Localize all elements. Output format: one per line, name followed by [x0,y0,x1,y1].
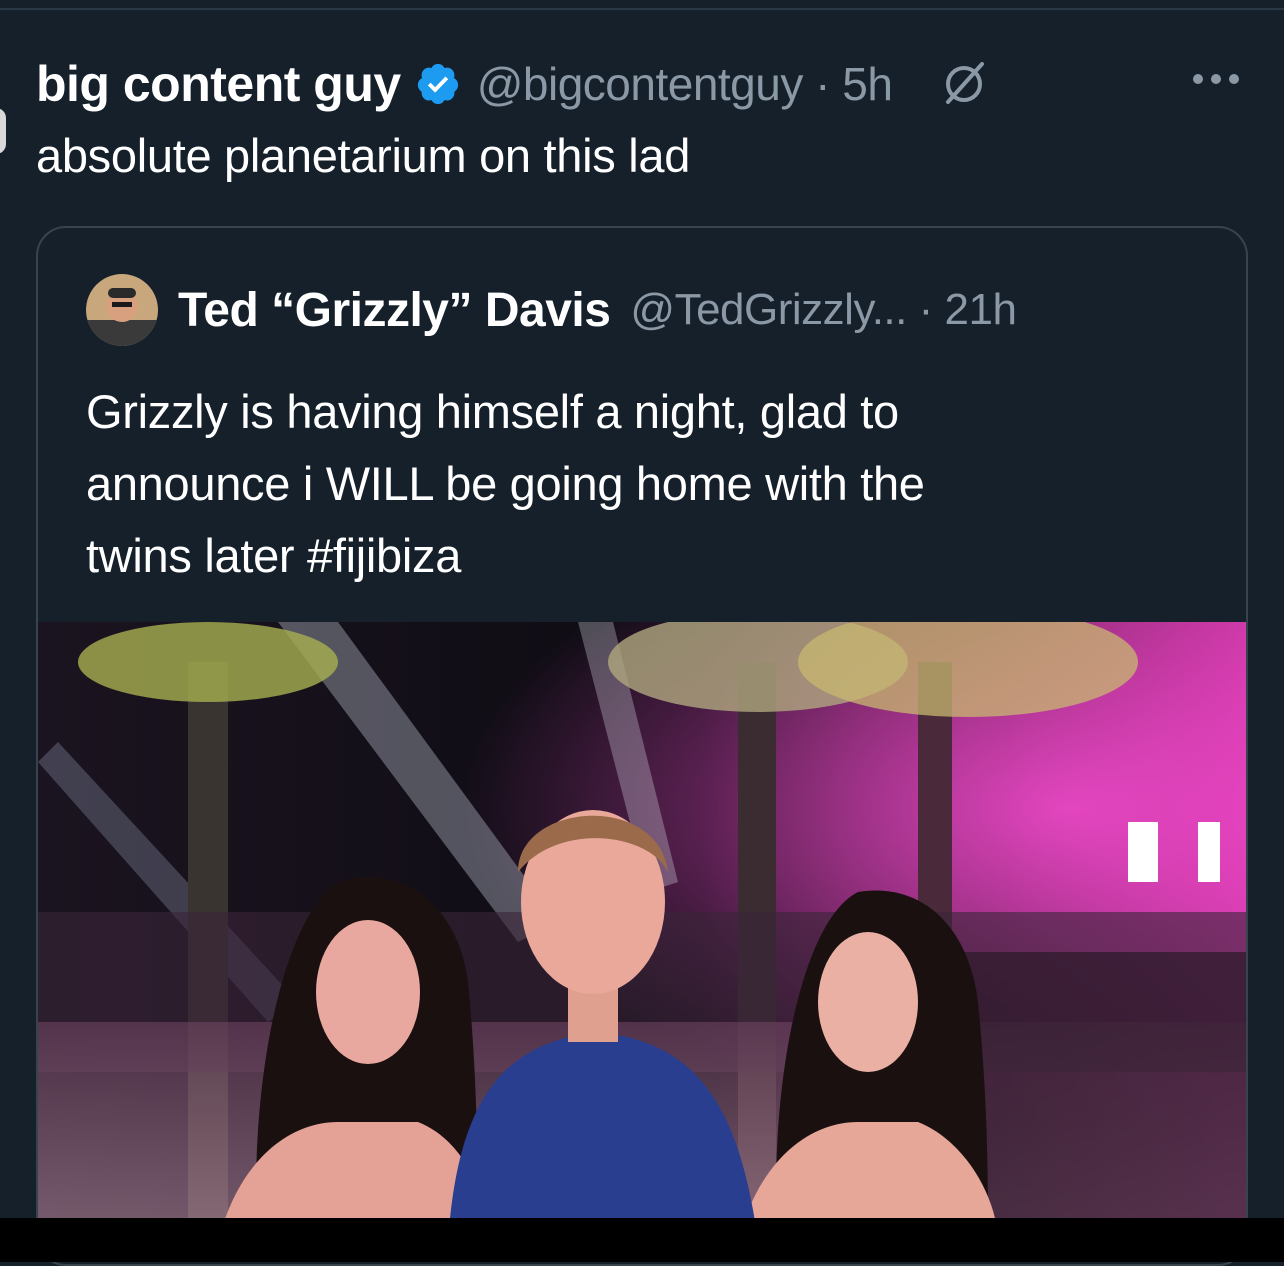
quoted-author-avatar[interactable] [86,274,158,346]
quoted-text-line: announce i WILL be going home with the [86,457,925,510]
hashtag-link[interactable]: #fijibiza [307,529,461,582]
tweet-time[interactable]: 5h [842,58,893,110]
separator: · [815,58,830,110]
author-handle[interactable]: @bigcontentguy [477,58,804,110]
previous-avatar-edge [0,108,6,154]
quoted-tweet-photo[interactable] [38,622,1246,1242]
tweet-text: absolute planetarium on this lad [36,129,691,182]
grok-icon[interactable] [938,58,990,110]
quoted-tweet-card[interactable]: Ted “Grizzly” Davis @TedGrizzly... · 21h… [36,226,1248,1266]
handle-and-time: @bigcontentguy · 5h [477,57,893,111]
top-divider [0,8,1284,10]
bottom-black-bar [0,1218,1284,1262]
tweet-header: big content guy @bigcontentguy · 5h [36,52,990,116]
quoted-handle-and-time: @TedGrizzly... · 21h [630,285,1016,335]
quoted-text-line: twins later #fijibiza [86,520,1216,592]
quoted-author-handle[interactable]: @TedGrizzly... [630,285,907,334]
author-name[interactable]: big content guy [36,55,401,113]
verified-badge-icon [415,61,461,107]
quoted-text-line: Grizzly is having himself a night, glad … [86,385,899,438]
quoted-text-segment: twins later [86,529,308,582]
quoted-tweet-header: Ted “Grizzly” Davis @TedGrizzly... · 21h [178,278,1017,342]
quoted-tweet-text: Grizzly is having himself a night, glad … [86,376,1216,592]
separator: · [918,285,934,334]
quoted-author-name[interactable]: Ted “Grizzly” Davis [178,283,611,338]
quoted-tweet-time[interactable]: 21h [945,285,1017,334]
more-options-icon[interactable] [1190,70,1242,88]
